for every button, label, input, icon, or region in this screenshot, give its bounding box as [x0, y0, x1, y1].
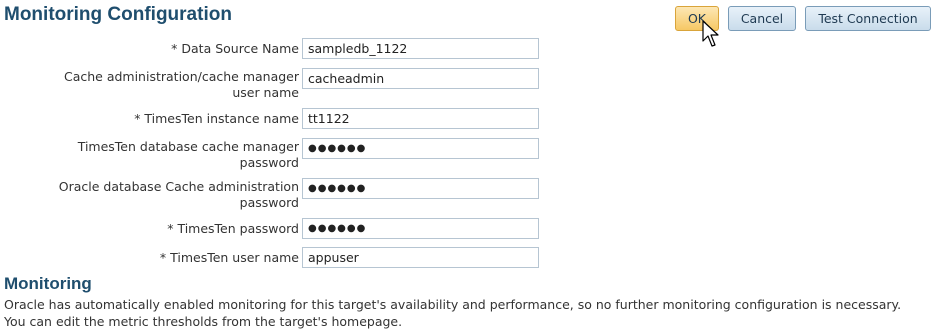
mouse-pointer-icon	[702, 20, 719, 47]
timesten-instance-name-label: * TimesTen instance name	[134, 111, 299, 126]
oracle-cache-admin-password-label: Oracle database Cache administration pas…	[59, 179, 299, 211]
monitoring-section-title: Monitoring	[4, 274, 92, 293]
timesten-password-field[interactable]: ●●●●●●	[302, 218, 539, 239]
cache-manager-password-field[interactable]: ●●●●●●	[302, 138, 539, 159]
timesten-user-name-label: * TimesTen user name	[159, 250, 299, 265]
cache-admin-user-name-label: Cache administration/cache manager user …	[64, 69, 299, 101]
timesten-instance-name-field[interactable]: tt1122	[302, 108, 539, 129]
timesten-user-name-field[interactable]: appuser	[302, 247, 539, 268]
data-source-name-field[interactable]: sampledb_1122	[302, 38, 539, 59]
cancel-button[interactable]: Cancel	[728, 6, 796, 31]
oracle-cache-admin-password-field[interactable]: ●●●●●●	[302, 178, 539, 199]
label-line-1: Oracle database Cache administration	[58, 179, 299, 194]
label-line-2: password	[239, 155, 299, 170]
label-line-2: password	[239, 195, 299, 210]
timesten-password-label: * TimesTen password	[167, 221, 299, 236]
label-line-2: user name	[232, 85, 299, 100]
monitoring-note: Oracle has automatically enabled monitor…	[4, 297, 902, 329]
cache-manager-password-label: TimesTen database cache manager password	[78, 139, 299, 171]
test-connection-button[interactable]: Test Connection	[805, 6, 931, 31]
page-title: Monitoring Configuration	[4, 4, 232, 25]
label-line-1: Cache administration/cache manager	[63, 69, 299, 84]
cache-admin-user-name-field[interactable]: cacheadmin	[302, 68, 539, 89]
data-source-name-label: * Data Source Name	[171, 41, 299, 56]
label-line-1: TimesTen database cache manager	[77, 139, 299, 154]
